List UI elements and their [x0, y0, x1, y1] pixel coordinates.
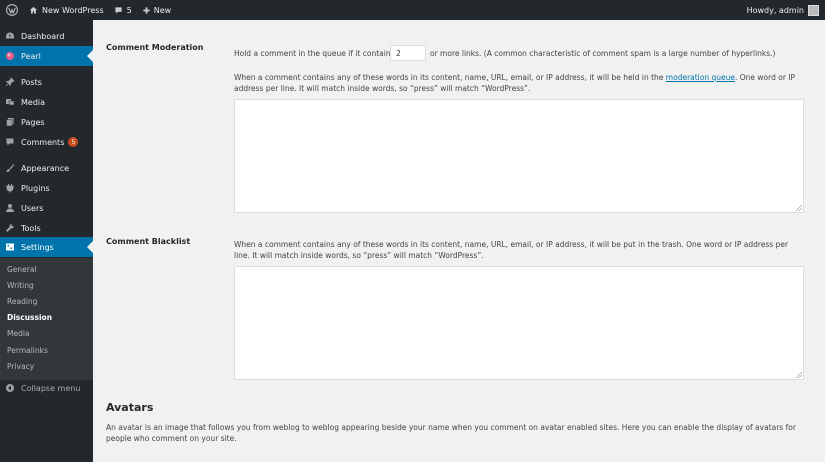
plus-icon: [143, 6, 150, 14]
sidebar-item-settings[interactable]: Settings: [0, 237, 93, 257]
submenu-item-media[interactable]: Media: [7, 327, 30, 339]
sidebar-item-pages[interactable]: Pages: [0, 112, 93, 132]
site-name: New WordPress: [42, 5, 104, 15]
sidebar-item-dashboard[interactable]: Dashboard: [0, 26, 93, 46]
wordpress-logo-icon: [6, 4, 18, 16]
admin-bar: New WordPress 5 New Howdy, admin: [0, 0, 825, 20]
howdy-text: Howdy, admin: [746, 5, 804, 15]
blacklist-description: When a comment contains any of these wor…: [234, 240, 789, 260]
collapse-arrow-icon: [5, 383, 15, 393]
settings-content: Comment Moderation Hold a comment in the…: [93, 20, 825, 462]
blacklist-keys-textarea[interactable]: [234, 266, 804, 380]
site-name-link[interactable]: New WordPress: [24, 0, 109, 20]
sidebar-item-plugins[interactable]: Plugins: [0, 178, 93, 198]
new-content-button[interactable]: New: [137, 0, 176, 20]
collapse-menu-label: Collapse menu: [21, 383, 81, 393]
sidebar-item-label: Pages: [21, 117, 45, 127]
comments-badge: 5: [68, 137, 79, 147]
comment-moderation-label: Comment Moderation: [106, 43, 204, 52]
avatar: [808, 4, 819, 16]
wrench-icon: [5, 223, 15, 233]
avatars-heading: Avatars: [106, 401, 154, 414]
new-label: New: [153, 5, 172, 15]
settings-submenu: General Writing Reading Discussion Media…: [0, 258, 93, 380]
hold-prefix-text: Hold a comment in the queue if it contai…: [234, 49, 395, 58]
wordpress-logo-button[interactable]: [0, 0, 24, 20]
sidebar-item-users[interactable]: Users: [0, 198, 93, 218]
comments-count: 5: [126, 5, 132, 15]
comment-blacklist-label: Comment Blacklist: [106, 237, 191, 246]
moderation-desc-part1: When a comment contains any of these wor…: [234, 73, 664, 82]
plug-icon: [5, 183, 15, 193]
submenu-item-writing[interactable]: Writing: [7, 279, 34, 291]
comment-icon: [5, 137, 15, 147]
resize-grip-icon[interactable]: [796, 205, 802, 211]
sidebar-item-posts[interactable]: Posts: [0, 72, 93, 92]
media-icon: [5, 97, 15, 107]
hold-suffix-text: or more links. (A common characteristic …: [430, 49, 776, 58]
settings-icon: [5, 242, 15, 252]
account-menu[interactable]: Howdy, admin: [742, 0, 825, 20]
sidebar-item-appearance[interactable]: Appearance: [0, 158, 93, 178]
submenu-item-permalinks[interactable]: Permalinks: [7, 344, 48, 356]
sidebar-item-label: Users: [21, 203, 44, 213]
user-icon: [5, 203, 15, 213]
resize-grip-icon[interactable]: [796, 372, 802, 378]
moderation-links-input[interactable]: [390, 45, 426, 61]
pin-icon: [5, 77, 15, 87]
sidebar-item-label: Comments: [21, 137, 65, 147]
home-icon: [29, 6, 38, 14]
sidebar-item-pearl[interactable]: Pearl: [0, 46, 93, 66]
sidebar-item-tools[interactable]: Tools: [0, 218, 93, 238]
moderation-description: When a comment contains any of these wor…: [234, 72, 804, 94]
sidebar-item-media[interactable]: Media: [0, 92, 93, 112]
submenu-item-privacy[interactable]: Privacy: [7, 360, 34, 372]
sidebar-item-comments[interactable]: Comments 5: [0, 132, 93, 152]
sidebar-item-label: Appearance: [21, 163, 70, 173]
moderation-queue-link[interactable]: moderation queue: [666, 73, 735, 82]
sidebar-item-label: Pearl: [21, 51, 41, 61]
admin-sidebar: Dashboard Pearl Posts Media Pages Commen…: [0, 20, 93, 462]
comments-link[interactable]: 5: [109, 0, 137, 20]
sidebar-item-label: Posts: [21, 77, 42, 87]
collapse-menu-button[interactable]: Collapse menu: [0, 378, 93, 398]
sidebar-item-label: Plugins: [21, 183, 50, 193]
comment-bubble-icon: [114, 6, 122, 14]
pearl-icon: [5, 51, 15, 61]
submenu-item-reading[interactable]: Reading: [7, 295, 37, 307]
submenu-item-discussion[interactable]: Discussion: [7, 311, 52, 323]
brush-icon: [5, 163, 15, 173]
sidebar-item-label: Media: [21, 97, 46, 107]
sidebar-item-label: Settings: [21, 242, 54, 252]
sidebar-item-label: Tools: [21, 223, 41, 233]
avatars-description: An avatar is an image that follows you f…: [106, 423, 796, 443]
sidebar-item-label: Dashboard: [21, 31, 65, 41]
submenu-item-general[interactable]: General: [7, 263, 37, 275]
dashboard-icon: [5, 31, 15, 41]
pages-icon: [5, 117, 15, 127]
moderation-keys-textarea[interactable]: [234, 99, 804, 213]
